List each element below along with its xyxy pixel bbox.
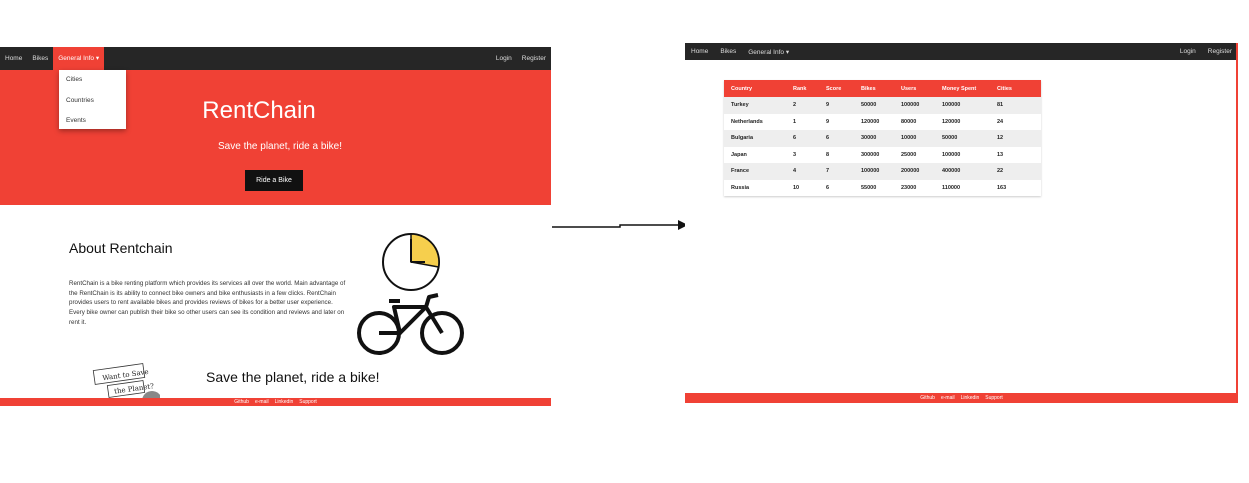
- cell-money-spent: 120000: [935, 113, 990, 130]
- cell-score: 9: [819, 97, 854, 114]
- left-navbar: Home Bikes General Info ▾ Login Register: [0, 47, 551, 70]
- footer-github-link[interactable]: Github: [234, 399, 249, 405]
- hero-subtitle: Save the planet, ride a bike!: [218, 141, 342, 152]
- about-title: About Rentchain: [69, 240, 173, 256]
- footer-support-link[interactable]: Support: [299, 399, 317, 405]
- countries-page-screenshot: Home Bikes General Info ▾ Login Register…: [685, 43, 1238, 403]
- footer-linkedin-link[interactable]: Linkedin: [961, 395, 980, 401]
- cell-country: Russia: [724, 179, 786, 196]
- dropdown-item-countries[interactable]: Countries: [66, 97, 94, 104]
- column-header: Bikes: [854, 80, 894, 97]
- cell-country: Japan: [724, 146, 786, 163]
- table-row: Bulgaria 6 6 30000 10000 50000 12: [724, 130, 1041, 147]
- nav-bikes[interactable]: Bikes: [27, 47, 53, 70]
- nav-general-info[interactable]: General Info ▾: [742, 48, 795, 56]
- cell-bikes: 30000: [854, 130, 894, 147]
- cell-bikes: 50000: [854, 97, 894, 114]
- cell-score: 7: [819, 163, 854, 180]
- dropdown-item-cities[interactable]: Cities: [66, 76, 82, 83]
- cell-bikes: 100000: [854, 163, 894, 180]
- footer-email-link[interactable]: e-mail: [255, 399, 269, 405]
- cell-country: Bulgaria: [724, 130, 786, 147]
- nav-right-group: Login Register: [1174, 48, 1236, 55]
- cell-money-spent: 110000: [935, 179, 990, 196]
- table-row: France 4 7 100000 200000 400000 22: [724, 163, 1041, 180]
- cell-cities: 81: [990, 97, 1041, 114]
- cell-country: France: [724, 163, 786, 180]
- nav-home[interactable]: Home: [0, 47, 27, 70]
- cell-rank: 1: [786, 113, 819, 130]
- cell-users: 80000: [894, 113, 935, 130]
- column-header: Users: [894, 80, 935, 97]
- nav-bikes[interactable]: Bikes: [714, 48, 742, 55]
- footer-linkedin-link[interactable]: Linkedin: [275, 399, 294, 405]
- bicycle-icon: [357, 293, 464, 355]
- cell-cities: 163: [990, 179, 1041, 196]
- ride-a-bike-button[interactable]: Ride a Bike: [245, 170, 303, 191]
- about-text: RentChain is a bike renting platform whi…: [69, 280, 346, 326]
- table-row: Netherlands 1 9 120000 80000 120000 24: [724, 113, 1041, 130]
- nav-right-group: Login Register: [491, 47, 551, 70]
- cell-users: 100000: [894, 97, 935, 114]
- cell-money-spent: 100000: [935, 146, 990, 163]
- cell-rank: 10: [786, 179, 819, 196]
- cell-bikes: 300000: [854, 146, 894, 163]
- tagline: Save the planet, ride a bike!: [206, 369, 380, 385]
- nav-general-info[interactable]: General Info ▾: [53, 47, 105, 70]
- cell-score: 6: [819, 130, 854, 147]
- cell-money-spent: 100000: [935, 97, 990, 114]
- column-header: Rank: [786, 80, 819, 97]
- column-header: Cities: [990, 80, 1041, 97]
- cell-cities: 24: [990, 113, 1041, 130]
- column-header: Country: [724, 80, 786, 97]
- table-row: Russia 10 6 55000 23000 110000 163: [724, 179, 1041, 196]
- landing-page-screenshot: Home Bikes General Info ▾ Login Register…: [0, 47, 551, 406]
- want-to-save-stamp: Want to Save the Planet?: [92, 363, 160, 401]
- cell-cities: 12: [990, 130, 1041, 147]
- cell-score: 9: [819, 113, 854, 130]
- hero-title: RentChain: [202, 97, 316, 124]
- cell-money-spent: 50000: [935, 130, 990, 147]
- cell-cities: 13: [990, 146, 1041, 163]
- right-navbar: Home Bikes General Info ▾ Login Register: [685, 43, 1236, 60]
- nav-home[interactable]: Home: [685, 48, 714, 55]
- cell-users: 25000: [894, 146, 935, 163]
- left-footer: Github e-mail Linkedin Support: [0, 398, 551, 406]
- table-row: Japan 3 8 300000 25000 100000 13: [724, 146, 1041, 163]
- cell-users: 10000: [894, 130, 935, 147]
- cell-score: 8: [819, 146, 854, 163]
- cell-rank: 3: [786, 146, 819, 163]
- countries-table: Country Rank Score Bikes Users Money Spe…: [724, 80, 1041, 196]
- column-header: Money Spent: [935, 80, 990, 97]
- cell-country: Netherlands: [724, 113, 786, 130]
- cell-country: Turkey: [724, 97, 786, 114]
- cell-bikes: 55000: [854, 179, 894, 196]
- dropdown-item-events[interactable]: Events: [66, 117, 86, 124]
- nav-register[interactable]: Register: [517, 47, 551, 70]
- nav-register[interactable]: Register: [1202, 48, 1236, 55]
- footer-support-link[interactable]: Support: [985, 395, 1003, 401]
- cell-rank: 4: [786, 163, 819, 180]
- cell-money-spent: 400000: [935, 163, 990, 180]
- general-info-dropdown: Cities Countries Events: [59, 70, 126, 129]
- cell-score: 6: [819, 179, 854, 196]
- table-header-row: Country Rank Score Bikes Users Money Spe…: [724, 80, 1041, 97]
- footer-email-link[interactable]: e-mail: [941, 395, 955, 401]
- cell-rank: 6: [786, 130, 819, 147]
- cell-users: 200000: [894, 163, 935, 180]
- cell-users: 23000: [894, 179, 935, 196]
- nav-login[interactable]: Login: [491, 47, 517, 70]
- cell-bikes: 120000: [854, 113, 894, 130]
- cell-rank: 2: [786, 97, 819, 114]
- column-header: Score: [819, 80, 854, 97]
- right-footer: Github e-mail Linkedin Support: [685, 393, 1236, 403]
- table-row: Turkey 2 9 50000 100000 100000 81: [724, 97, 1041, 114]
- arrow-icon: [552, 220, 688, 230]
- footer-github-link[interactable]: Github: [920, 395, 935, 401]
- cell-cities: 22: [990, 163, 1041, 180]
- clock-icon: [382, 233, 440, 291]
- nav-login[interactable]: Login: [1174, 48, 1202, 55]
